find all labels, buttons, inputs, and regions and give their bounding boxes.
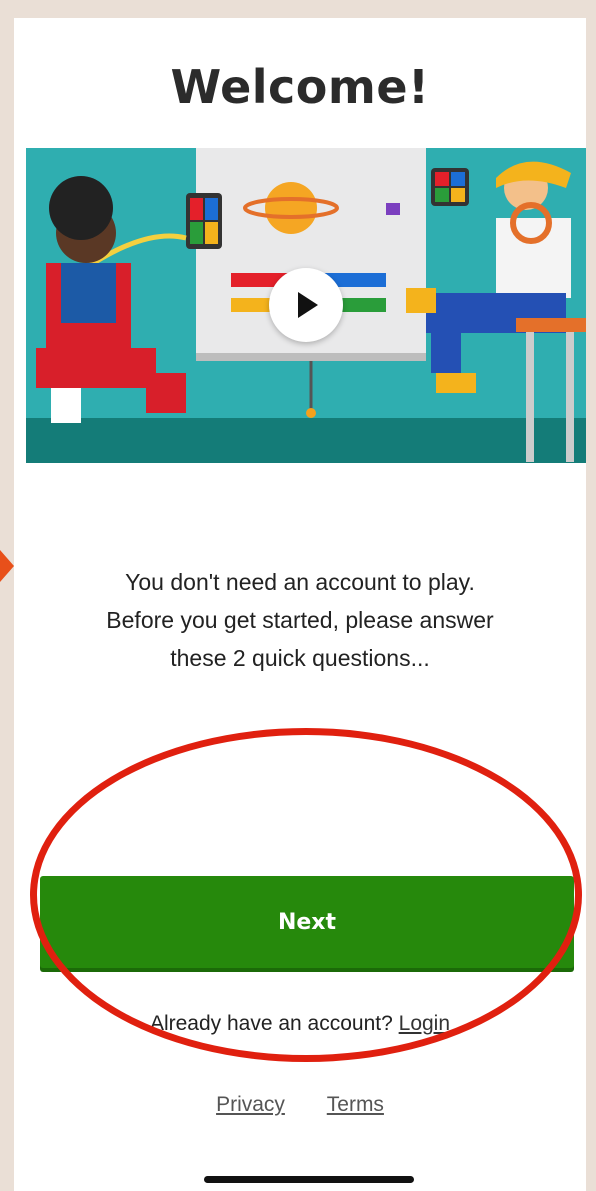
- login-prompt: Already have an account?: [149, 1012, 393, 1035]
- welcome-screen: Welcome! You don't need an account to pl…: [14, 18, 586, 1191]
- footer-links: Privacy Terms: [14, 1093, 586, 1117]
- privacy-link[interactable]: Privacy: [216, 1093, 285, 1116]
- terms-link[interactable]: Terms: [327, 1093, 384, 1116]
- intro-line-2: Before you get started, please answer: [106, 607, 494, 633]
- play-button[interactable]: [269, 268, 343, 342]
- login-prompt-row: Already have an account? Login: [14, 1012, 586, 1036]
- next-button[interactable]: Next: [40, 876, 574, 968]
- play-icon: [298, 292, 318, 318]
- intro-text: You don't need an account to play. Befor…: [34, 563, 566, 677]
- page-title: Welcome!: [170, 60, 430, 114]
- video-thumbnail[interactable]: [26, 148, 586, 463]
- home-indicator: [204, 1176, 414, 1183]
- intro-line-1: You don't need an account to play.: [125, 569, 475, 595]
- intro-line-3: these 2 quick questions...: [170, 645, 430, 671]
- annotation-arrow-marker: [0, 550, 14, 582]
- login-link[interactable]: Login: [399, 1012, 450, 1035]
